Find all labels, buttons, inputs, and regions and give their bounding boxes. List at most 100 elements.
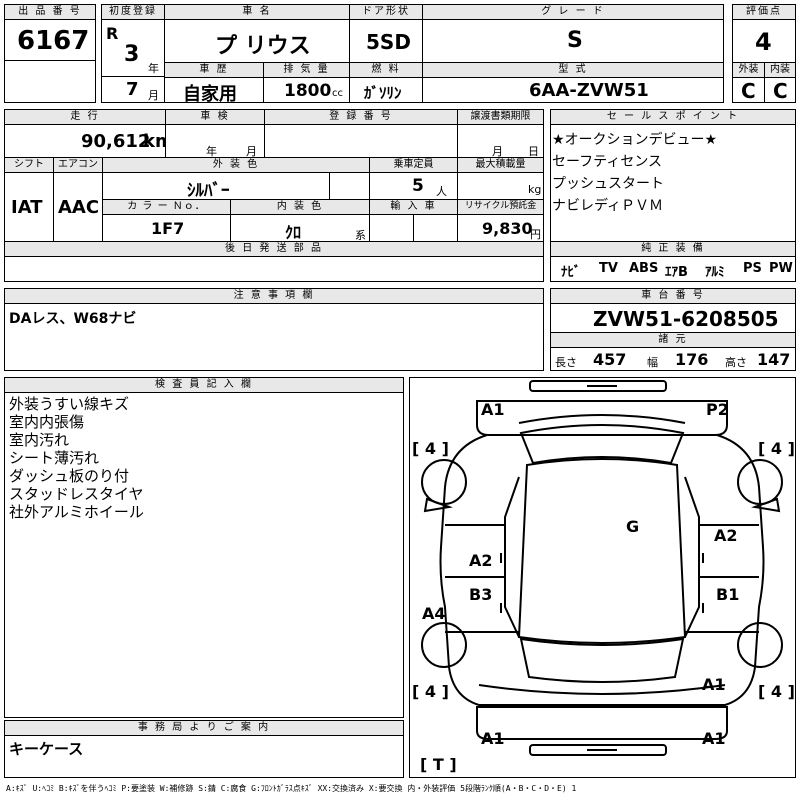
mark-left-front-door: A2 — [469, 551, 493, 570]
capacity-cell: 5 人 — [369, 172, 458, 200]
mark-rear-bumper-left: A1 — [481, 729, 505, 748]
inspector-line-4: シート薄汚れ — [9, 449, 100, 467]
interior-grade-cell: C — [764, 77, 796, 103]
recycle-cell: 9,830 円 — [457, 214, 544, 242]
color-cell: ｼﾙﾊﾞｰ — [102, 172, 330, 200]
mark-tire-rr: [ 4 ] — [758, 682, 795, 701]
color-no-label: カ ラ ー Ｎｏ． — [102, 199, 231, 215]
notes-cell: DAレス、W68ナビ — [4, 303, 544, 371]
recycle: 9,830 — [482, 219, 533, 238]
mark-front-left: A1 — [481, 400, 505, 419]
mark-left-rear-door: B3 — [469, 585, 493, 604]
equipment-label: 純 正 装 備 — [550, 241, 796, 257]
lot-number-cell: 6167 — [4, 19, 96, 61]
mark-right-front-door: A2 — [714, 526, 738, 545]
lot-number-label: 出 品 番 号 — [4, 4, 96, 20]
height: 147 — [757, 350, 791, 369]
inspector-cell: 外装うすい線キズ 室内内張傷 室内汚れ シート薄汚れ ダッシュ板のり付 スタッド… — [4, 392, 404, 718]
inspector-line-5: ダッシュ板のり付 — [9, 467, 130, 485]
reg-month-cell: 7 月 — [101, 76, 165, 103]
sales-points-label: セ ー ル ス ポ イ ン ト — [550, 109, 796, 125]
inspector-line-7: 社外アルミホイール — [9, 503, 144, 521]
recycle-label: リサイクル預託金 — [457, 199, 544, 215]
score-cell: 4 — [732, 19, 796, 63]
spec-label: 諸 元 — [550, 332, 796, 348]
color-label: 外 装 色 — [102, 157, 370, 173]
transfer-day-unit: 日 — [528, 145, 539, 158]
shift-cell: IAT — [4, 172, 54, 242]
door-label: ドア形状 — [349, 4, 423, 20]
shift: IAT — [11, 197, 43, 218]
length: 457 — [593, 350, 627, 369]
ac-label: エアコン — [53, 157, 103, 173]
mark-spare-tire: [ T ] — [420, 755, 457, 774]
equip-airbag: ｴｱB — [665, 265, 688, 280]
car-name-cell: プ リウス — [164, 19, 350, 63]
import-cell-b — [413, 214, 458, 242]
score-label: 評価点 — [732, 4, 796, 20]
office-label: 事 務 局 よ り ご 案 内 — [4, 720, 404, 736]
transfer-cell: 月 日 — [457, 124, 544, 158]
load-unit: kg — [528, 183, 542, 196]
color: ｼﾙﾊﾞｰ — [187, 181, 230, 200]
color-no-cell: 1F7 — [102, 214, 231, 242]
load-cell: kg — [457, 172, 544, 200]
grade-label: グ レ ー ド — [422, 4, 724, 20]
grade-cell: S — [422, 19, 724, 63]
model-label: 型 式 — [422, 62, 724, 78]
mark-rear-bumper-right: A1 — [702, 729, 726, 748]
office-cell: キーケース — [4, 735, 404, 778]
history-label: 車 歴 — [164, 62, 264, 78]
interior-color: ｸﾛ — [285, 223, 302, 242]
mileage-label: 走 行 — [4, 109, 166, 125]
lot-number: 6167 — [17, 26, 90, 56]
reg-month: 7 — [126, 79, 139, 100]
interior-grade: C — [773, 79, 788, 103]
displacement-cell: 1800 cc — [263, 77, 350, 103]
interior-label: 内装 — [764, 62, 796, 78]
model: 6AA-ZVW51 — [529, 80, 649, 101]
equip-abs: ABS — [629, 261, 659, 276]
history: 自家用 — [183, 84, 237, 103]
office-text: キーケース — [9, 740, 84, 758]
chassis-cell: ZVW51-6208505 — [550, 303, 796, 333]
import-cell-a — [369, 214, 414, 242]
mark-tire-fl: [ 4 ] — [412, 439, 449, 458]
capacity-label: 乗車定員 — [369, 157, 458, 173]
exterior-grade-cell: C — [732, 77, 765, 103]
inspection-cell: 年 月 — [165, 124, 265, 158]
fuel: ｶﾞｿﾘﾝ — [364, 84, 402, 102]
fuel-cell: ｶﾞｿﾘﾝ — [349, 77, 423, 103]
later-parts-label: 後 日 発 送 部 品 — [4, 241, 544, 257]
equip-ps: PS — [743, 261, 762, 276]
interior-color-unit: 系 — [355, 229, 366, 242]
exterior-grade: C — [741, 79, 756, 103]
recycle-unit: 円 — [530, 228, 541, 241]
load-label: 最大積載量 — [457, 157, 544, 173]
sales-point-3: プッシュスタート — [552, 176, 664, 192]
spec-cell: 長さ 457 幅 176 高さ 147 — [550, 347, 796, 371]
mark-tire-rl: [ 4 ] — [412, 682, 449, 701]
inspector-line-1: 外装うすい線キズ — [9, 395, 130, 413]
capacity-unit: 人 — [436, 185, 447, 198]
legend: A:ｷｽﾞ U:ﾍｺﾐ B:ｷｽﾞを伴うﾍｺﾐ P:要塗装 W:補修跡 S:錆 … — [6, 784, 577, 793]
history-cell: 自家用 — [164, 77, 264, 103]
mileage: 90,612 — [81, 131, 151, 152]
plate-cell — [264, 124, 458, 158]
interior-color-cell: ｸﾛ 系 — [230, 214, 370, 242]
mark-roof: G — [626, 517, 640, 536]
displacement-unit: cc — [332, 88, 343, 99]
capacity: 5 — [412, 176, 424, 196]
mark-left-rear-fender: A4 — [422, 604, 446, 623]
mark-front-right: P2 — [706, 400, 729, 419]
insp-year-unit: 年 — [206, 145, 217, 158]
sales-point-4: ナビレディＰＶＭ — [552, 198, 664, 214]
door-cell: 5SD — [349, 19, 423, 63]
equip-tv: TV — [599, 261, 618, 276]
length-label: 長さ — [555, 356, 577, 369]
notes-label: 注 意 事 項 欄 — [4, 288, 544, 304]
inspection-label: 車 検 — [165, 109, 265, 125]
displacement: 1800 — [284, 81, 332, 101]
inspector-line-3: 室内汚れ — [9, 431, 70, 449]
car-outline-svg — [421, 380, 783, 756]
